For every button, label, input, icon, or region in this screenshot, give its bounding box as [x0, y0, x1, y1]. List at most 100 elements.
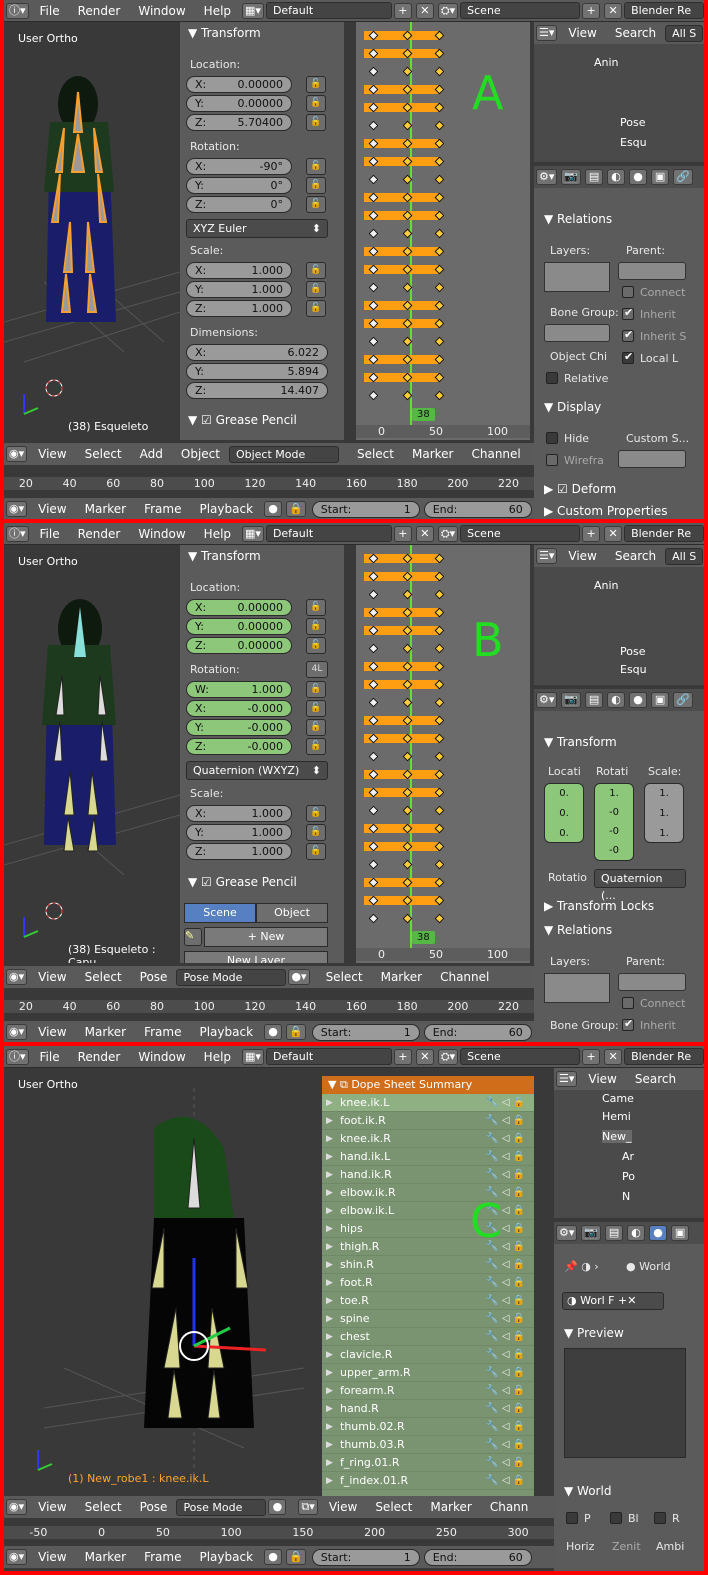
shading-icon[interactable]: ●: [268, 1499, 287, 1515]
keyframe-diamond[interactable]: [368, 589, 379, 600]
pose-menu[interactable]: Pose: [131, 970, 177, 984]
channel-row[interactable]: ▶ f_index.01.R 🔧◁🔒: [322, 1472, 534, 1490]
object-menu[interactable]: Object: [172, 447, 229, 461]
channel-row[interactable]: ▶ foot.R 🔧◁🔒: [322, 1274, 534, 1292]
menu-file[interactable]: File: [31, 1050, 69, 1064]
3d-viewport[interactable]: User Ortho (38) Esqueleto: [4, 22, 180, 440]
lock-icon[interactable]: 🔓: [306, 262, 326, 279]
rotation-mode-dropdown[interactable]: XYZ Euler ⬍: [186, 219, 328, 238]
keyframe-diamond[interactable]: [368, 390, 379, 401]
connect-checkbox[interactable]: [622, 997, 634, 1009]
world-header[interactable]: ▼ World: [564, 1484, 611, 1498]
rotation-z-field[interactable]: Z: -0.000: [186, 738, 292, 755]
timeline-frame-menu[interactable]: Frame: [135, 1025, 190, 1039]
outliner-display-dropdown[interactable]: All S: [665, 24, 704, 42]
rotation-y-field[interactable]: Y: 0°: [186, 177, 292, 194]
keyframe-diamond[interactable]: [434, 805, 445, 816]
layout-icon[interactable]: ▦▾: [242, 2, 264, 19]
keyframe-diamond[interactable]: [434, 859, 445, 870]
outliner-display-dropdown[interactable]: All S: [665, 547, 704, 565]
location-z-field[interactable]: Z: 5.70400: [186, 114, 292, 131]
channel-row[interactable]: ▶ upper_arm.R 🔧◁🔒: [322, 1364, 534, 1382]
view-menu[interactable]: View: [29, 1500, 75, 1514]
channel-row[interactable]: ▶ f_ring.01.R 🔧◁🔒: [322, 1454, 534, 1472]
dope-channel-menu[interactable]: Chann: [481, 1500, 538, 1514]
channel-row[interactable]: ▶ shin.R 🔧◁🔒: [322, 1256, 534, 1274]
keyframe-diamond[interactable]: [368, 751, 379, 762]
deform-header[interactable]: ▶ ☑ Deform: [544, 482, 616, 496]
location-column[interactable]: 0. 0. 0.: [544, 783, 584, 843]
object-tab-icon[interactable]: ▣: [651, 169, 670, 185]
menu-help[interactable]: Help: [195, 527, 240, 541]
channel-row[interactable]: ▶ thigh.R 🔧◁🔒: [322, 1238, 534, 1256]
dope-marker-menu[interactable]: Marker: [372, 970, 431, 984]
lock-icon[interactable]: 🔓: [306, 843, 326, 860]
frame-cursor[interactable]: [410, 22, 412, 432]
outliner-view-menu[interactable]: View: [559, 549, 605, 563]
render-tab-icon[interactable]: 📷: [561, 692, 582, 708]
layout-field[interactable]: Default: [265, 2, 392, 19]
lock-icon[interactable]: 🔓: [306, 300, 326, 317]
lock-icon[interactable]: 🔓: [306, 281, 326, 298]
object-tab[interactable]: Object: [256, 903, 328, 923]
layers-grid[interactable]: [544, 973, 610, 1003]
layout-icon[interactable]: ▦▾: [242, 1048, 264, 1065]
object-tab-icon[interactable]: ▣: [671, 1225, 690, 1241]
channel-toggles-icon[interactable]: 🔧◁🔒: [486, 1454, 528, 1472]
object-tab-icon[interactable]: ▣: [651, 692, 670, 708]
expand-arrow-icon[interactable]: ▶: [326, 1112, 333, 1130]
blend-sky-checkbox[interactable]: [610, 1512, 622, 1524]
expand-arrow-icon[interactable]: ▶: [326, 1382, 333, 1400]
properties-editor-icon[interactable]: ⚙▾: [536, 692, 558, 708]
dope-select-menu[interactable]: Select: [366, 1500, 421, 1514]
inherit-checkbox[interactable]: [622, 306, 634, 320]
dope-marker-menu[interactable]: Marker: [421, 1500, 480, 1514]
keyframe-diamond[interactable]: [434, 643, 445, 654]
outliner-editor-icon[interactable]: ☰▾: [536, 548, 558, 564]
lock-icon[interactable]: 🔓: [306, 805, 326, 822]
outliner-item[interactable]: Came: [602, 1092, 634, 1105]
outliner-item[interactable]: N: [622, 1190, 630, 1203]
remove-scene-button[interactable]: ✕: [604, 2, 623, 19]
real-sky-checkbox[interactable]: [654, 1512, 666, 1524]
editor-type-icon[interactable]: ◉▾: [6, 1024, 28, 1040]
rotation-column[interactable]: 1. -0 -0 -0: [594, 783, 634, 861]
shading-icon[interactable]: ●▾: [288, 969, 310, 985]
outliner-view-menu[interactable]: View: [559, 26, 605, 40]
dope-editor-icon[interactable]: ⧉▾: [298, 1499, 318, 1515]
channel-toggles-icon[interactable]: 🔧◁🔒: [486, 1148, 528, 1166]
keyframe-diamond[interactable]: [434, 336, 445, 347]
pencil-icon[interactable]: ✎: [184, 928, 202, 946]
select-menu[interactable]: Select: [76, 447, 131, 461]
end-frame-field[interactable]: End: 60: [423, 1548, 532, 1566]
4l-toggle[interactable]: 4L: [306, 661, 328, 678]
timeline-playback-menu[interactable]: Playback: [190, 1025, 262, 1039]
dope-channel-menu[interactable]: Channel: [431, 970, 498, 984]
keyframe-diamond[interactable]: [368, 913, 379, 924]
render-engine-field[interactable]: Blender Re: [624, 1048, 704, 1065]
outliner-item[interactable]: Pose: [620, 645, 645, 658]
outliner-item[interactable]: Esqu: [620, 136, 647, 149]
rotation-x-field[interactable]: X: -0.000: [186, 700, 292, 717]
channel-row[interactable]: ▶ forearm.R 🔧◁🔒: [322, 1382, 534, 1400]
menu-file[interactable]: File: [31, 4, 69, 18]
menu-render[interactable]: Render: [69, 527, 130, 541]
channel-row[interactable]: ▶ hand.ik.R 🔧◁🔒: [322, 1166, 534, 1184]
relative-checkbox[interactable]: [546, 372, 558, 384]
add-layout-button[interactable]: +: [393, 2, 412, 19]
lock-icon[interactable]: 🔓: [306, 700, 326, 717]
parent-field[interactable]: [618, 262, 686, 280]
frame-cursor[interactable]: [410, 545, 412, 955]
mode-dropdown[interactable]: Object Mode: [228, 445, 339, 463]
keyframe-diamond[interactable]: [368, 282, 379, 293]
channel-row[interactable]: ▶ thumb.02.R 🔧◁🔒: [322, 1418, 534, 1436]
lock-icon[interactable]: 🔓: [306, 599, 326, 616]
keyframe-diamond[interactable]: [368, 174, 379, 185]
channel-row[interactable]: ▶ thumb.03.R 🔧◁🔒: [322, 1436, 534, 1454]
add-menu[interactable]: Add: [131, 447, 172, 461]
remove-layout-button[interactable]: ✕: [415, 2, 434, 19]
start-frame-field[interactable]: Start: 1: [311, 1548, 420, 1566]
scale-column[interactable]: 1. 1. 1.: [644, 783, 684, 843]
parent-field[interactable]: [618, 973, 686, 991]
timeline-marker-menu[interactable]: Marker: [76, 1550, 135, 1564]
